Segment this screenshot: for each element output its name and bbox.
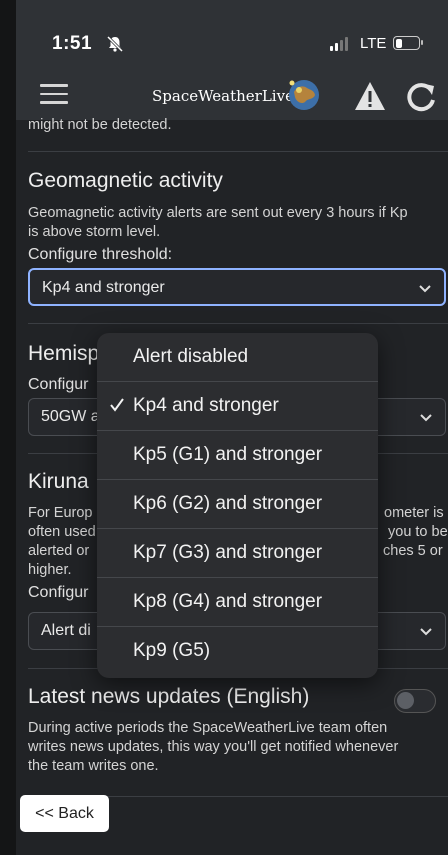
signal-icon bbox=[330, 37, 348, 51]
hemisphere-config-label: Configur bbox=[28, 376, 89, 393]
dropdown-option[interactable]: Kp8 (G4) and stronger bbox=[97, 578, 378, 627]
brand-name[interactable]: SpaceWeatherLive bbox=[152, 87, 294, 105]
dropdown-option-label: Kp4 and stronger bbox=[133, 395, 279, 416]
news-desc-line2: writes news updates, this way you'll get… bbox=[28, 739, 399, 755]
kiruna-desc-left-3: alerted or bbox=[28, 543, 90, 559]
hemisphere-selected-value: 50GW a bbox=[41, 408, 100, 425]
geomagnetic-threshold-select[interactable]: Kp4 and stronger bbox=[28, 268, 446, 306]
dropdown-option[interactable]: Kp9 (G5) bbox=[97, 627, 378, 676]
warning-icon[interactable] bbox=[353, 80, 387, 112]
kiruna-desc-left-2: often used bbox=[28, 524, 96, 540]
news-desc-line1: During active periods the SpaceWeatherLi… bbox=[28, 720, 388, 736]
geomagnetic-selected-value: Kp4 and stronger bbox=[42, 279, 165, 296]
news-title: Latest news updates (English) bbox=[28, 685, 310, 708]
dropdown-option[interactable]: Kp7 (G3) and stronger bbox=[97, 529, 378, 578]
geomagnetic-desc-line2: is above storm level. bbox=[28, 224, 161, 240]
refresh-icon[interactable] bbox=[405, 80, 437, 112]
divider bbox=[28, 151, 448, 152]
dropdown-option-label: Kp5 (G1) and stronger bbox=[133, 444, 323, 465]
geomagnetic-desc-line1: Geomagnetic activity alerts are sent out… bbox=[28, 205, 408, 221]
dropdown-option-label: Kp8 (G4) and stronger bbox=[133, 591, 323, 612]
left-edge bbox=[0, 0, 16, 855]
kiruna-config-label: Configur bbox=[28, 584, 89, 601]
kiruna-desc-right-1: ometer is bbox=[384, 505, 444, 521]
network-label: LTE bbox=[360, 35, 387, 52]
news-toggle[interactable] bbox=[394, 689, 436, 713]
dropdown-option-label: Kp7 (G3) and stronger bbox=[133, 542, 323, 563]
menu-icon[interactable] bbox=[40, 84, 68, 104]
kiruna-selected-value: Alert di bbox=[41, 622, 91, 639]
chevron-down-icon bbox=[419, 285, 431, 293]
dropdown-option-label: Kp9 (G5) bbox=[133, 640, 211, 661]
checkmark-icon bbox=[110, 398, 124, 412]
kiruna-desc-left-1: For Europ bbox=[28, 505, 93, 521]
app-frame: 1:51 LTE SpaceWeatherLive might not be d… bbox=[0, 0, 448, 855]
bell-slash-icon bbox=[106, 35, 124, 53]
dropdown-option[interactable]: Kp5 (G1) and stronger bbox=[97, 431, 378, 480]
battery-icon bbox=[393, 36, 423, 50]
geomagnetic-config-label: Configure threshold: bbox=[28, 246, 173, 263]
threshold-dropdown-menu: Alert disabled Kp4 and stronger Kp5 (G1)… bbox=[97, 333, 378, 678]
divider bbox=[28, 323, 448, 324]
dropdown-option-label: Alert disabled bbox=[133, 346, 249, 367]
kiruna-desc-left-4: higher. bbox=[28, 562, 72, 578]
chevron-down-icon bbox=[420, 628, 432, 636]
dropdown-option-label: Kp6 (G2) and stronger bbox=[133, 493, 323, 514]
hemisphere-title: Hemisp bbox=[28, 342, 100, 365]
kiruna-title: Kiruna bbox=[28, 470, 89, 493]
chevron-down-icon bbox=[420, 414, 432, 422]
dropdown-option[interactable]: Alert disabled bbox=[97, 333, 378, 382]
kiruna-desc-right-3: ches 5 or bbox=[383, 543, 443, 559]
back-button[interactable]: << Back bbox=[20, 795, 109, 832]
geomagnetic-title: Geomagnetic activity bbox=[28, 169, 223, 192]
brand-logo bbox=[289, 80, 319, 110]
dropdown-option-selected[interactable]: Kp4 and stronger bbox=[97, 382, 378, 431]
news-desc-line3: the team writes one. bbox=[28, 758, 159, 774]
dropdown-option[interactable]: Kp6 (G2) and stronger bbox=[97, 480, 378, 529]
cut-off-text: might not be detected. bbox=[28, 117, 172, 133]
status-time: 1:51 bbox=[52, 33, 93, 54]
kiruna-desc-right-2: you to be bbox=[388, 524, 448, 540]
